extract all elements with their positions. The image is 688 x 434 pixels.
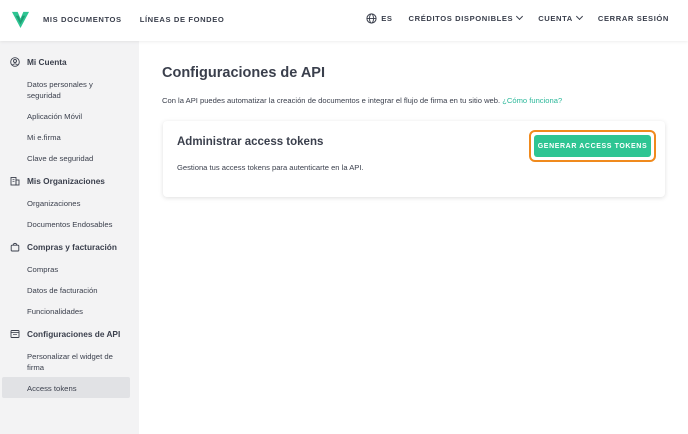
intro-text: Con la API puedes automatizar la creació… — [162, 96, 562, 105]
nav-credits-dropdown[interactable]: CRÉDITOS DISPONIBLES — [408, 12, 524, 23]
sidebar-item-personal-data[interactable]: Datos personales y seguridad — [27, 79, 127, 101]
language-selector[interactable]: ES — [366, 13, 392, 24]
sidebar-item-efirma[interactable]: Mi e.firma — [27, 132, 127, 143]
sidebar-section-title: Compras y facturación — [27, 242, 117, 252]
sidebar-section-purchases-billing: Compras y facturación — [10, 242, 117, 252]
sidebar-section-title: Mi Cuenta — [27, 57, 67, 67]
intro-description: Con la API puedes automatizar la creació… — [162, 96, 501, 105]
card-description: Gestiona tus access tokens para autentic… — [177, 163, 364, 172]
logo-icon[interactable] — [11, 10, 30, 29]
chevron-down-icon — [516, 12, 524, 21]
top-navbar: MIS DOCUMENTOS LÍNEAS DE FONDEO ES CRÉDI… — [0, 0, 688, 41]
sidebar-section-title: Configuraciones de API — [27, 329, 121, 339]
building-icon — [10, 177, 20, 186]
card-title: Administrar access tokens — [177, 136, 324, 148]
sidebar-item-organizations[interactable]: Organizaciones — [27, 198, 127, 209]
page-title: Configuraciones de API — [162, 65, 326, 81]
sidebar-item-customize-widget[interactable]: Personalizar el widget de firma — [27, 351, 127, 373]
sidebar-item-features[interactable]: Funcionalidades — [27, 306, 127, 317]
sidebar-item-billing-data[interactable]: Datos de facturación — [27, 285, 127, 296]
generate-access-tokens-button[interactable]: GENERAR ACCESS TOKENS — [534, 135, 651, 157]
nav-funding-lines[interactable]: LÍNEAS DE FONDEO — [140, 15, 225, 24]
nav-my-documents[interactable]: MIS DOCUMENTOS — [43, 15, 122, 24]
api-window-icon — [10, 330, 20, 338]
chevron-down-icon — [575, 12, 583, 21]
sidebar-section-api-settings: Configuraciones de API — [10, 329, 120, 339]
sidebar-section-my-organizations: Mis Organizaciones — [10, 176, 105, 186]
sidebar: Mi Cuenta Datos personales y seguridad A… — [0, 41, 139, 434]
account-label: CUENTA — [538, 14, 573, 23]
nav-account-dropdown[interactable]: CUENTA — [538, 12, 583, 23]
sidebar-item-security-key[interactable]: Clave de seguridad — [27, 153, 127, 164]
how-it-works-link[interactable]: ¿Cómo funciona? — [502, 96, 562, 105]
user-circle-icon — [10, 57, 20, 67]
sidebar-section-my-account: Mi Cuenta — [10, 57, 67, 67]
sidebar-item-purchases[interactable]: Compras — [27, 264, 127, 275]
sidebar-item-access-tokens[interactable]: Access tokens — [27, 383, 127, 394]
nav-logout[interactable]: CERRAR SESIÓN — [598, 14, 669, 23]
sidebar-item-mobile-app[interactable]: Aplicación Móvil — [27, 111, 127, 122]
globe-icon — [366, 13, 377, 24]
sidebar-item-endorsable-documents[interactable]: Documentos Endosables — [27, 219, 127, 230]
sidebar-section-title: Mis Organizaciones — [27, 176, 105, 186]
credits-label: CRÉDITOS DISPONIBLES — [408, 14, 514, 23]
language-label: ES — [381, 14, 393, 23]
shopping-bag-icon — [10, 242, 20, 252]
